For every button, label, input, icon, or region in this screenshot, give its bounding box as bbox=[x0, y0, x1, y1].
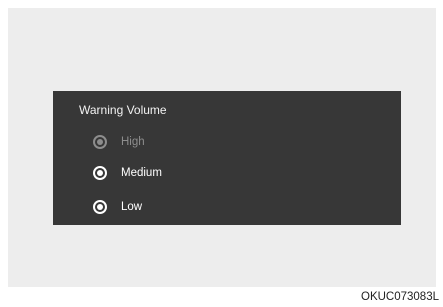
radio-icon bbox=[93, 166, 107, 180]
option-medium[interactable]: Medium bbox=[93, 164, 162, 182]
option-medium-label: Medium bbox=[121, 167, 162, 179]
option-high[interactable]: High bbox=[93, 133, 145, 151]
panel-title: Warning Volume bbox=[79, 103, 167, 117]
figure-code: OKUC073083L bbox=[361, 291, 439, 303]
warning-volume-panel: Warning Volume High Medium Low bbox=[53, 91, 401, 225]
radio-icon bbox=[93, 200, 107, 214]
option-low-label: Low bbox=[121, 201, 143, 213]
option-low[interactable]: Low bbox=[93, 198, 142, 216]
radio-icon bbox=[93, 135, 107, 149]
option-high-label: High bbox=[121, 136, 145, 148]
